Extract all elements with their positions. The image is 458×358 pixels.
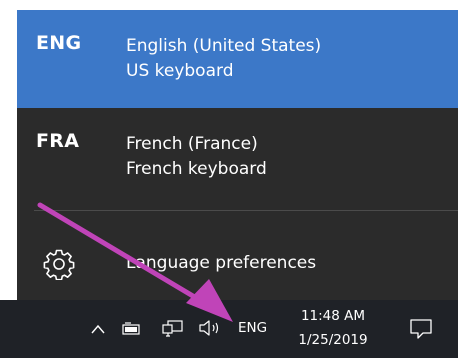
language-preferences-link[interactable]: Language preferences xyxy=(17,218,458,300)
language-preferences-label: Language preferences xyxy=(126,253,317,273)
network-icon[interactable] xyxy=(162,320,184,338)
volume-icon[interactable] xyxy=(198,319,224,337)
clock-time[interactable]: 11:48 AM xyxy=(290,308,376,324)
keyboard-layout: US keyboard xyxy=(126,61,234,81)
language-item-fra[interactable]: FRA French (France) French keyboard xyxy=(17,108,458,204)
keyboard-layout: French keyboard xyxy=(126,159,267,179)
clock-date[interactable]: 1/25/2019 xyxy=(290,332,376,348)
language-name-block: English (United States) US keyboard xyxy=(126,34,321,84)
language-name-block: French (France) French keyboard xyxy=(126,132,267,182)
battery-icon[interactable] xyxy=(122,322,142,336)
language-code: ENG xyxy=(36,32,82,54)
action-center-icon[interactable] xyxy=(409,318,433,340)
language-name: French (France) xyxy=(126,134,258,154)
language-flyout: ENG English (United States) US keyboard … xyxy=(17,10,458,300)
gear-icon xyxy=(43,249,75,280)
chevron-up-icon[interactable] xyxy=(90,322,106,336)
language-code: FRA xyxy=(36,130,80,152)
taskbar: ENG 11:48 AM 1/25/2019 xyxy=(0,300,458,358)
language-name: English (United States) xyxy=(126,36,322,56)
divider xyxy=(34,210,458,211)
language-item-eng[interactable]: ENG English (United States) US keyboard xyxy=(17,10,458,108)
input-indicator[interactable]: ENG xyxy=(238,320,267,336)
